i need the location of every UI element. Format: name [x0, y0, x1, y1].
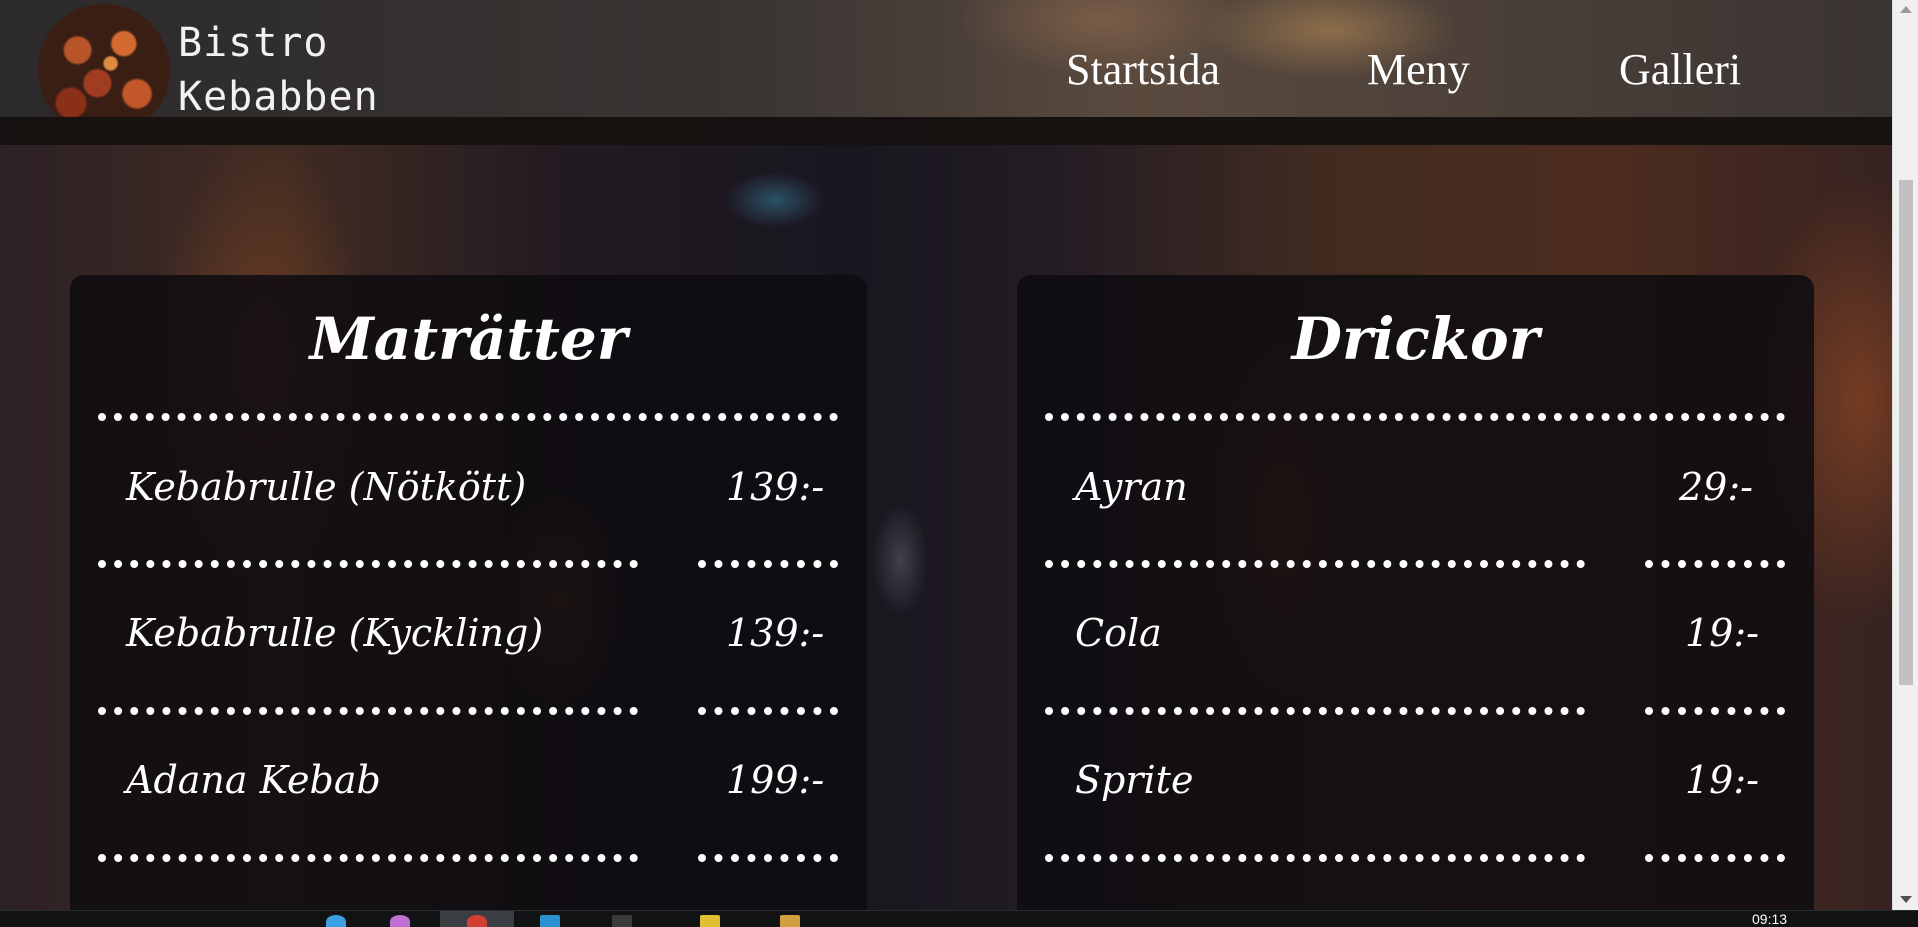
taskbar-active-app[interactable]	[440, 911, 514, 927]
taskbar-clock[interactable]: 09:13	[1752, 911, 1787, 927]
dotted-divider	[1045, 413, 1785, 421]
dotted-divider	[98, 854, 638, 862]
drink-item-price: 19:-	[1685, 758, 1759, 802]
header-divider	[0, 117, 1892, 145]
food-item-price: 139:-	[726, 611, 825, 655]
food-item-name: Kebabrulle (Nötkött)	[126, 465, 527, 509]
drink-item-name: Sprite	[1075, 758, 1194, 802]
dotted-divider	[1045, 707, 1585, 715]
browser-icon	[467, 915, 487, 927]
drink-item-price: 19:-	[1685, 611, 1759, 655]
taskbar-app-icon[interactable]	[780, 915, 800, 927]
dotted-divider	[698, 560, 838, 568]
food-item-price: 199:-	[726, 758, 825, 802]
food-menu-title: Maträtter	[309, 305, 628, 373]
scrollbar-thumb[interactable]	[1899, 180, 1913, 685]
taskbar-app-icon[interactable]	[390, 915, 410, 927]
dotted-divider	[698, 707, 838, 715]
taskbar-app-icon[interactable]	[540, 915, 560, 927]
nav-galleri[interactable]: Galleri	[1619, 44, 1741, 95]
dotted-divider	[698, 854, 838, 862]
taskbar-app-icon[interactable]	[700, 915, 720, 927]
food-item-name: Adana Kebab	[126, 758, 381, 802]
dotted-divider	[1045, 560, 1585, 568]
taskbar-app-icon[interactable]	[612, 915, 632, 927]
dotted-divider	[1645, 560, 1785, 568]
food-menu-panel: Maträtter Kebabrulle (Nötkött) 139:- Keb…	[70, 275, 867, 927]
scroll-down-arrow-icon[interactable]	[1900, 896, 1912, 903]
drink-item-name: Ayran	[1075, 465, 1188, 509]
brand-line-1: Bistro	[178, 20, 329, 66]
drinks-menu-title: Drickor	[1291, 305, 1540, 373]
scroll-up-arrow-icon[interactable]	[1900, 6, 1912, 13]
dotted-divider	[1645, 707, 1785, 715]
food-item-name: Kebabrulle (Kyckling)	[126, 611, 544, 655]
brand-name[interactable]: Bistro Kebabben	[178, 16, 379, 124]
page: Bistro Kebabben Startsida Meny Galleri M…	[0, 0, 1918, 927]
vertical-scrollbar[interactable]	[1892, 0, 1918, 910]
brand-line-2: Kebabben	[178, 74, 379, 120]
dotted-divider	[1645, 854, 1785, 862]
site-header: Bistro Kebabben Startsida Meny Galleri	[0, 0, 1892, 136]
nav-startsida[interactable]: Startsida	[1066, 44, 1220, 95]
drink-item-name: Cola	[1075, 611, 1162, 655]
drink-item-price: 29:-	[1679, 465, 1753, 509]
dotted-divider	[98, 413, 838, 421]
dotted-divider	[98, 707, 638, 715]
drinks-menu-panel: Drickor Ayran 29:- Cola 19:- Sprite 19:-	[1017, 275, 1814, 927]
dotted-divider	[1045, 854, 1585, 862]
food-item-price: 139:-	[726, 465, 825, 509]
dotted-divider	[98, 560, 638, 568]
nav-meny[interactable]: Meny	[1367, 44, 1470, 95]
taskbar-app-icon[interactable]	[326, 915, 346, 927]
os-taskbar: 09:13	[0, 910, 1918, 927]
